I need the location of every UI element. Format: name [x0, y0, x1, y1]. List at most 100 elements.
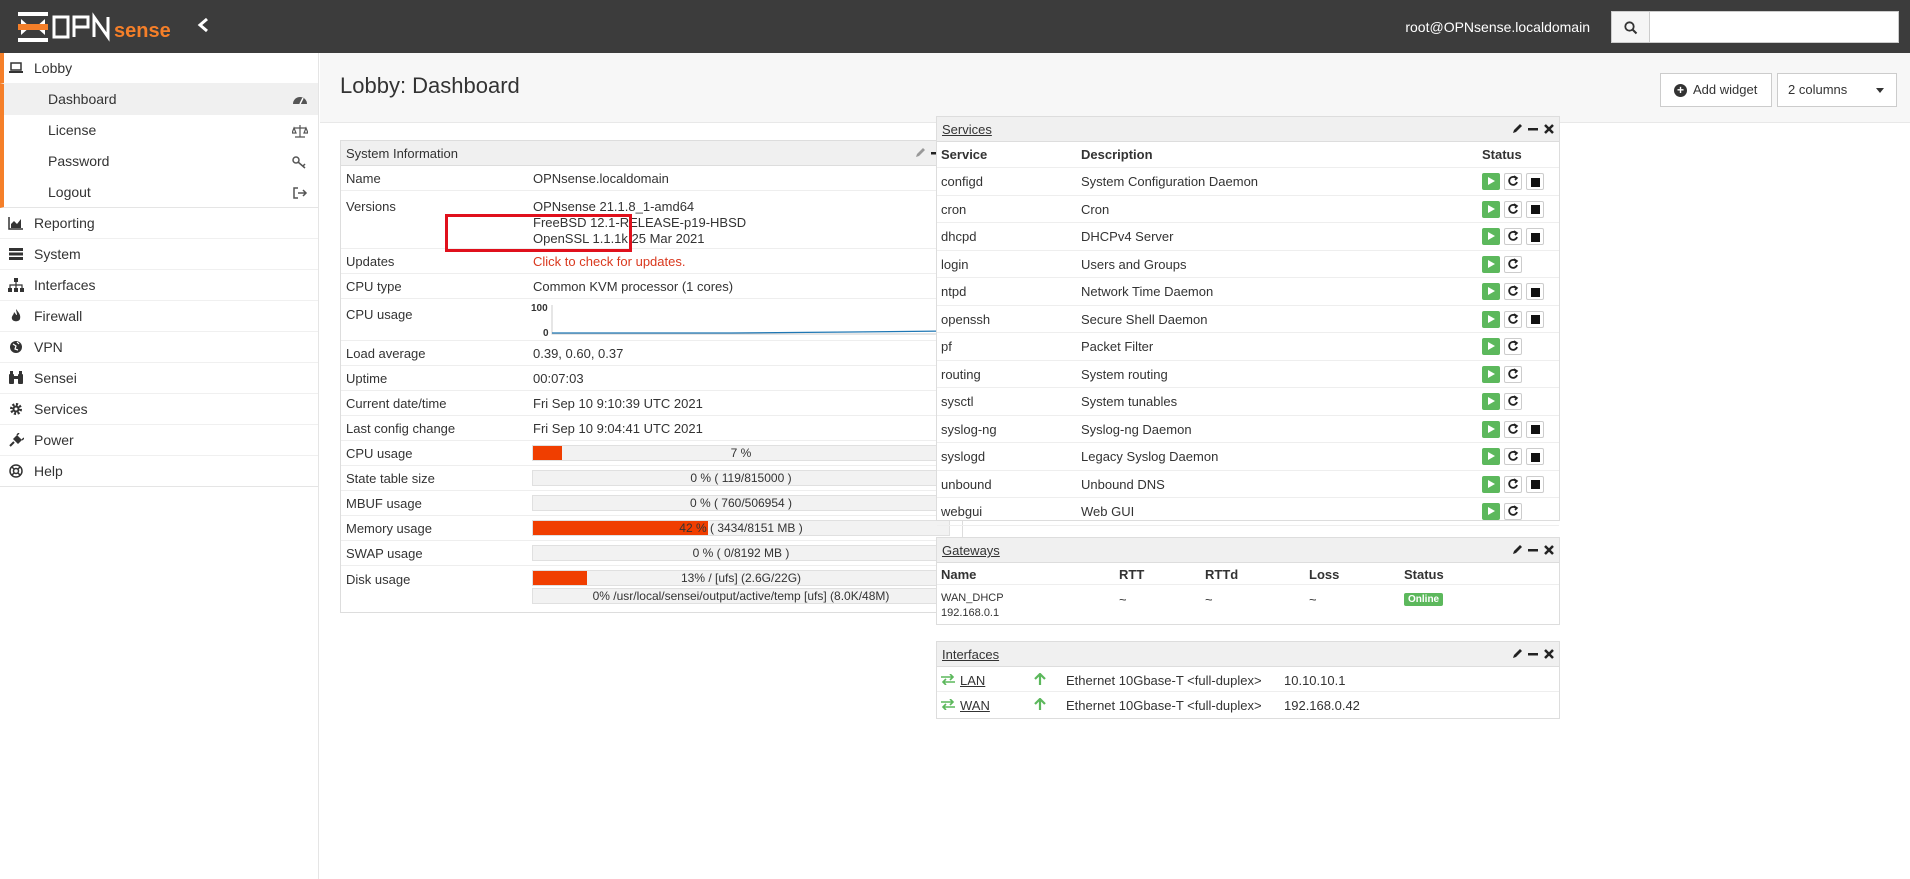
widget-title[interactable]: Services — [942, 122, 992, 137]
sidebar-item-sensei[interactable]: Sensei — [0, 363, 318, 394]
play-icon[interactable] — [1482, 420, 1500, 438]
table-row: login Users and Groups — [937, 251, 1559, 278]
close-icon[interactable] — [1543, 648, 1555, 660]
user-menu[interactable]: root@OPNsense.localdomain — [1405, 19, 1590, 35]
minimize-icon[interactable] — [1527, 648, 1539, 660]
service-description: Legacy Syslog Daemon — [1081, 449, 1219, 464]
interface-ip: 10.10.10.1 — [1284, 673, 1346, 688]
stop-icon[interactable] — [1526, 475, 1544, 493]
play-icon[interactable] — [1482, 365, 1500, 383]
service-description: System tunables — [1081, 394, 1178, 409]
sidebar-item-reporting[interactable]: Reporting — [0, 208, 318, 239]
restart-icon[interactable] — [1504, 475, 1522, 493]
cog-icon — [10, 403, 22, 415]
check-updates-link[interactable]: Click to check for updates. — [533, 254, 685, 269]
restart-icon[interactable] — [1504, 228, 1522, 245]
play-icon[interactable] — [1482, 283, 1500, 300]
sidebar-item-help[interactable]: Help — [0, 456, 318, 487]
stop-icon[interactable] — [1526, 420, 1544, 438]
sidebar-item-system[interactable]: System — [0, 239, 318, 270]
search-button[interactable] — [1611, 11, 1649, 43]
sidebar-item-services[interactable]: Services — [0, 394, 318, 425]
stop-icon[interactable] — [1526, 173, 1544, 190]
pencil-icon[interactable] — [1511, 648, 1523, 660]
restart-icon[interactable] — [1504, 255, 1522, 273]
stop-icon[interactable] — [1526, 448, 1544, 465]
play-icon[interactable] — [1482, 338, 1500, 355]
interface-media: Ethernet 10Gbase-T <full-duplex> — [1066, 698, 1262, 713]
widget-header[interactable]: Interfaces — [937, 642, 1559, 667]
interface-link-wan[interactable]: WAN — [960, 698, 990, 713]
sidebar-item-label: License — [48, 122, 97, 138]
play-icon[interactable] — [1482, 173, 1500, 190]
opnsense-logo[interactable]: sense — [18, 10, 178, 44]
info-row-cpu-bar: CPU usage 7 % — [341, 441, 962, 466]
stop-icon[interactable] — [1526, 228, 1544, 245]
stop-icon[interactable] — [1526, 200, 1544, 218]
table-row: sysctl System tunables — [937, 388, 1559, 416]
column-header: RTT — [1119, 567, 1145, 582]
widget-title[interactable]: Gateways — [942, 543, 1000, 558]
play-icon[interactable] — [1482, 448, 1500, 465]
pencil-icon[interactable] — [1511, 544, 1523, 556]
widget-header[interactable]: Services — [937, 117, 1559, 142]
restart-icon[interactable] — [1504, 310, 1522, 328]
restart-icon[interactable] — [1504, 420, 1522, 438]
stop-icon[interactable] — [1526, 310, 1544, 328]
sidebar-item-logout[interactable]: Logout — [0, 177, 318, 208]
interface-link-lan[interactable]: LAN — [960, 673, 985, 688]
column-header: Status — [1404, 567, 1444, 582]
restart-icon[interactable] — [1504, 393, 1522, 410]
play-icon[interactable] — [1482, 475, 1500, 493]
service-description: Web GUI — [1081, 504, 1135, 519]
restart-icon[interactable] — [1504, 173, 1522, 190]
service-name: routing — [941, 366, 981, 382]
close-icon[interactable] — [1543, 544, 1555, 556]
play-icon[interactable] — [1482, 200, 1500, 218]
sidebar-item-label: Logout — [48, 184, 91, 200]
stop-icon[interactable] — [1526, 283, 1544, 300]
sidebar-item-lobby[interactable]: Lobby — [0, 53, 318, 84]
restart-icon[interactable] — [1504, 365, 1522, 383]
restart-icon[interactable] — [1504, 200, 1522, 218]
table-header: Name RTT RTTd Loss Status — [937, 563, 1559, 585]
play-icon[interactable] — [1482, 393, 1500, 410]
close-icon[interactable] — [1543, 123, 1555, 135]
sidebar-item-vpn[interactable]: VPN — [0, 332, 318, 363]
table-row: dhcpd DHCPv4 Server — [937, 223, 1559, 251]
sidebar-item-password[interactable]: Password — [0, 146, 318, 177]
service-name: webgui — [941, 504, 983, 519]
sidebar-item-label: Power — [34, 432, 74, 448]
collapse-sidebar-icon[interactable] — [193, 16, 213, 38]
sidebar-item-power[interactable]: Power — [0, 425, 318, 456]
top-navbar: sense root@OPNsense.localdomain — [0, 0, 1910, 53]
restart-icon[interactable] — [1504, 503, 1522, 520]
play-icon[interactable] — [1482, 310, 1500, 328]
restart-icon[interactable] — [1504, 448, 1522, 465]
row-label: Updates — [346, 254, 395, 269]
minimize-icon[interactable] — [1527, 544, 1539, 556]
sitemap-icon — [8, 278, 24, 292]
sidebar-item-dashboard[interactable]: Dashboard — [0, 84, 318, 115]
table-row: syslogd Legacy Syslog Daemon — [937, 443, 1559, 471]
sidebar-item-license[interactable]: License — [0, 115, 318, 146]
restart-icon[interactable] — [1504, 338, 1522, 355]
widget-header[interactable]: System Information — [341, 141, 962, 166]
widget-header[interactable]: Gateways — [937, 538, 1559, 563]
play-icon[interactable] — [1482, 503, 1500, 520]
sidebar-item-firewall[interactable]: Firewall — [0, 301, 318, 332]
search-input[interactable] — [1649, 11, 1899, 43]
sidebar-item-interfaces[interactable]: Interfaces — [0, 270, 318, 301]
add-widget-label: Add widget — [1693, 82, 1758, 97]
pencil-icon[interactable] — [1511, 123, 1523, 135]
play-icon[interactable] — [1482, 228, 1500, 245]
play-icon[interactable] — [1482, 255, 1500, 273]
add-widget-button[interactable]: + Add widget — [1660, 73, 1772, 107]
sidebar: Lobby Dashboard License Password Logout … — [0, 53, 319, 879]
progress-text: 7 % — [730, 446, 752, 460]
minimize-icon[interactable] — [1527, 123, 1539, 135]
columns-select[interactable]: 2 columns — [1777, 73, 1897, 107]
restart-icon[interactable] — [1504, 283, 1522, 300]
pencil-icon[interactable] — [914, 147, 926, 159]
widget-title[interactable]: Interfaces — [942, 647, 999, 662]
